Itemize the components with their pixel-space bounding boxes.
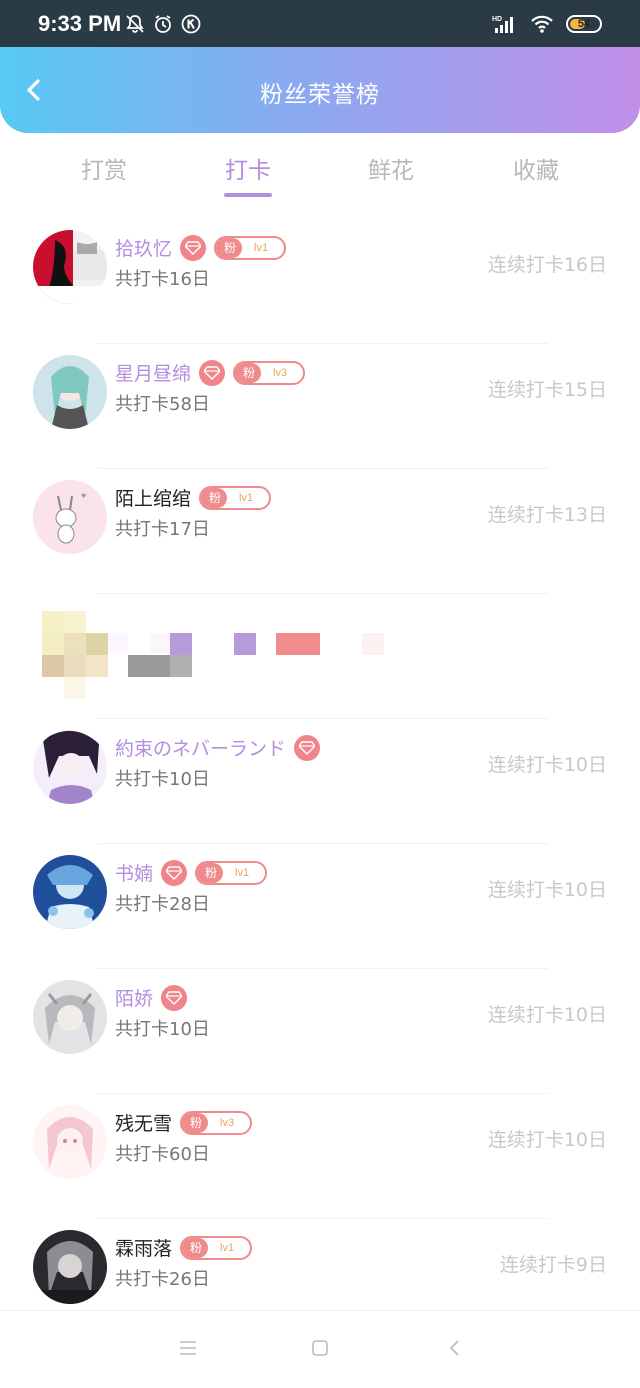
streak-checkins: 连续打卡15日: [487, 379, 607, 401]
status-bar: 9:33 PM HD 54: [0, 0, 640, 47]
censored-list-item: [0, 593, 640, 718]
username: 霖雨落: [115, 1238, 173, 1260]
divider: [98, 718, 548, 719]
system-nav-bar: [0, 1310, 640, 1388]
fan-level: lv1: [254, 241, 269, 254]
fan-label: 粉: [197, 862, 224, 883]
list-item[interactable]: 星月昼绵 粉 lv3 共打卡58日 连续打卡15日: [0, 343, 640, 468]
fan-level: lv3: [273, 366, 288, 379]
streak-checkins: 连续打卡10日: [487, 1004, 607, 1026]
alarm-icon: [155, 15, 171, 33]
total-checkins: 共打卡16日: [115, 269, 210, 290]
fan-label: 粉: [182, 1237, 209, 1258]
battery-text: 54: [577, 18, 591, 30]
tab-reward[interactable]: 打赏: [34, 151, 174, 185]
avatar[interactable]: [33, 1230, 107, 1304]
username: 陌上绾绾: [115, 488, 192, 510]
fan-label: 粉: [235, 362, 262, 383]
streak-checkins: 连续打卡10日: [487, 879, 607, 901]
tab-checkin[interactable]: 打卡: [178, 151, 318, 185]
total-checkins: 共打卡17日: [115, 519, 210, 540]
total-checkins: 共打卡10日: [115, 769, 210, 790]
total-checkins: 共打卡26日: [115, 1269, 210, 1290]
fan-level-badge: 粉 lv3: [233, 360, 306, 385]
total-checkins: 共打卡28日: [115, 894, 210, 915]
vip-diamond-icon: [180, 234, 207, 261]
fan-label: 粉: [201, 487, 228, 508]
avatar[interactable]: [33, 855, 107, 929]
vip-diamond-icon: [161, 859, 188, 886]
streak-checkins: 连续打卡10日: [487, 754, 607, 776]
status-time: 9:33 PM: [38, 11, 122, 36]
list-item[interactable]: 拾玖忆 粉 lv1 共打卡16日 连续打卡16日: [0, 218, 640, 343]
divider: [98, 468, 548, 469]
divider: [98, 843, 548, 844]
page-title: 粉丝荣誉榜: [260, 82, 380, 108]
fan-label: 粉: [182, 1112, 209, 1133]
avatar[interactable]: ♥: [33, 480, 107, 554]
streak-checkins: 连续打卡10日: [487, 1129, 607, 1151]
divider: [98, 593, 548, 594]
tab-bar: 打赏 打卡 鲜花 收藏: [0, 133, 640, 217]
svg-text:♥: ♥: [81, 493, 86, 500]
home-icon[interactable]: [310, 1338, 330, 1358]
vip-diamond-icon: [161, 984, 188, 1011]
list-item[interactable]: 約束のネバーランド 共打卡10日 连续打卡10日: [0, 718, 640, 843]
avatar[interactable]: [33, 1105, 107, 1179]
username: 星月昼绵: [115, 363, 192, 385]
list-item[interactable]: 书婻 粉 lv1 共打卡28日 连续打卡10日: [0, 843, 640, 968]
divider: [98, 968, 548, 969]
avatar[interactable]: [33, 980, 107, 1054]
fan-level: lv1: [239, 491, 254, 504]
nav-back-icon[interactable]: [445, 1338, 465, 1358]
fan-level-badge: 粉 lv1: [195, 860, 268, 885]
fan-level: lv3: [220, 1116, 235, 1129]
fan-level: lv1: [220, 1241, 235, 1254]
battery-icon: 54: [566, 15, 602, 33]
fan-level-badge: 粉 lv1: [214, 235, 287, 260]
hd-signal-icon: HD: [492, 16, 513, 33]
streak-checkins: 连续打卡16日: [487, 254, 607, 276]
username: 书婻: [115, 863, 154, 885]
fan-label: 粉: [216, 237, 243, 258]
fan-list: 拾玖忆 粉 lv1 共打卡16日 连续打卡16日 星月昼绵 粉 lv3 共打卡58日…: [0, 218, 640, 1343]
list-item[interactable]: ♥ 陌上绾绾 粉 lv1 共打卡17日 连续打卡13日: [0, 468, 640, 593]
fan-level-badge: 粉 lv1: [180, 1235, 253, 1260]
vip-diamond-icon: [294, 734, 321, 761]
username: 残无雪: [115, 1113, 173, 1135]
fan-level-badge: 粉 lv1: [199, 485, 272, 510]
menu-icon[interactable]: [178, 1338, 198, 1358]
username: 陌娇: [115, 988, 154, 1010]
wifi-icon: [531, 15, 553, 33]
streak-checkins: 连续打卡13日: [487, 504, 607, 526]
username: 拾玖忆: [115, 238, 173, 260]
k-icon: [181, 14, 201, 34]
total-checkins: 共打卡10日: [115, 1019, 210, 1040]
avatar[interactable]: [33, 355, 107, 429]
avatar[interactable]: [33, 730, 107, 804]
svg-text:HD: HD: [492, 16, 502, 23]
username: 約束のネバーランド: [115, 738, 287, 760]
fan-level: lv1: [235, 866, 250, 879]
divider: [98, 1093, 548, 1094]
mute-icon: [126, 15, 144, 33]
fan-level-badge: 粉 lv3: [180, 1110, 253, 1135]
list-item[interactable]: 陌娇 共打卡10日 连续打卡10日: [0, 968, 640, 1093]
streak-checkins: 连续打卡9日: [499, 1254, 607, 1276]
tab-favorites[interactable]: 收藏: [466, 151, 606, 185]
header: 粉丝荣誉榜: [0, 47, 640, 133]
active-tab-indicator: [224, 193, 272, 197]
avatar[interactable]: [33, 230, 107, 304]
divider: [98, 343, 548, 344]
total-checkins: 共打卡60日: [115, 1144, 210, 1165]
divider: [98, 1218, 548, 1219]
vip-diamond-icon: [199, 359, 226, 386]
total-checkins: 共打卡58日: [115, 394, 210, 415]
list-item[interactable]: 残无雪 粉 lv3 共打卡60日 连续打卡10日: [0, 1093, 640, 1218]
tab-flowers[interactable]: 鲜花: [321, 151, 461, 185]
